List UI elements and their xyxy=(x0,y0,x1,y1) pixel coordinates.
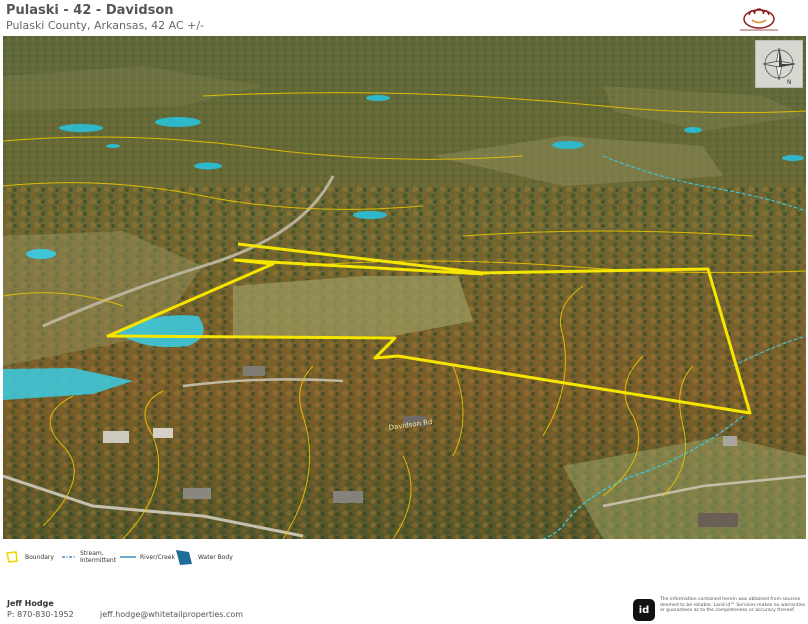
compass-rose-icon: N xyxy=(762,47,796,86)
compass-north-label: N xyxy=(787,79,792,86)
agent-name: Jeff Hodge xyxy=(7,599,54,608)
legend-item-boundary: Boundary xyxy=(5,545,54,569)
page-subtitle: Pulaski County, Arkansas, 42 AC +/- xyxy=(6,19,205,32)
building xyxy=(243,366,265,376)
compass-rose[interactable]: N xyxy=(755,40,803,88)
map-header: Pulaski - 42 - Davidson Pulaski County, … xyxy=(0,0,808,36)
water-body xyxy=(194,162,222,170)
aerial-map[interactable]: Davidson Rd xyxy=(3,36,806,539)
pasture xyxy=(233,276,473,336)
water-body xyxy=(366,95,390,101)
building xyxy=(183,488,211,499)
page-title: Pulaski - 42 - Davidson xyxy=(6,3,174,18)
boundary-icon xyxy=(6,551,18,563)
water-body-icon xyxy=(176,550,192,565)
water-body xyxy=(59,124,103,132)
land-id-logo: id xyxy=(633,599,655,621)
building xyxy=(103,431,129,443)
map-legend: Boundary Stream, Intermittent River/Cree… xyxy=(0,545,808,569)
building xyxy=(333,491,363,503)
water-body xyxy=(782,155,804,161)
water-body xyxy=(26,249,56,259)
water-body xyxy=(155,117,201,127)
river-creek-icon xyxy=(120,556,136,558)
legend-item-stream-intermittent: Stream, Intermittent xyxy=(62,545,120,569)
building xyxy=(153,428,173,438)
agent-phone[interactable]: P: 870-830-1952 xyxy=(7,610,74,619)
brand-logo-icon xyxy=(740,8,778,31)
disclaimer-text: The information contained herein was obt… xyxy=(660,597,806,614)
agent-footer: Jeff Hodge P: 870-830-1952 jeff.hodge@wh… xyxy=(0,590,808,624)
legend-item-water-body: Water Body xyxy=(175,545,233,569)
legend-item-river-creek: River/Creek xyxy=(120,545,175,569)
water-body xyxy=(353,211,387,219)
water-body xyxy=(552,141,584,149)
stream-intermittent-icon xyxy=(62,556,76,558)
water-body xyxy=(684,127,702,133)
building xyxy=(698,513,738,527)
agent-email[interactable]: jeff.hodge@whitetailproperties.com xyxy=(100,610,243,619)
building xyxy=(723,436,737,446)
water-body xyxy=(106,144,120,148)
